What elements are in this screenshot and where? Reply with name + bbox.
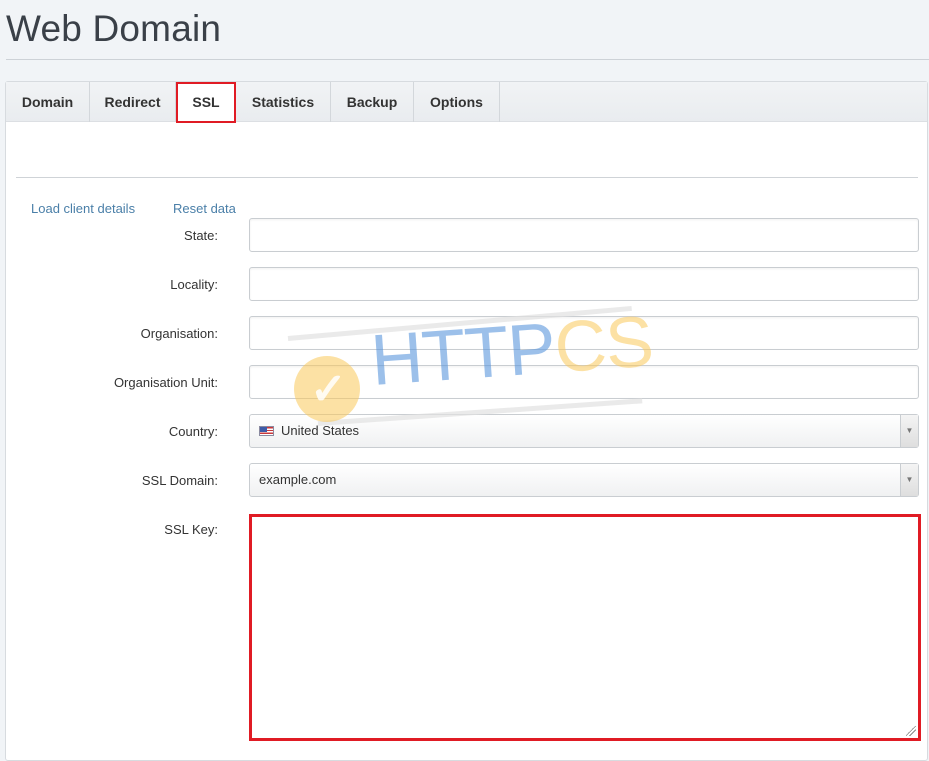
chevron-down-icon[interactable]: ▼ [900, 415, 918, 447]
ssl-domain-label: SSL Domain: [141, 473, 218, 488]
tab-bar: Domain Redirect SSL Statistics Backup Op… [6, 82, 927, 123]
country-label: Country: [168, 424, 218, 439]
country-select[interactable]: United States ▼ [249, 414, 919, 448]
country-value: United States [281, 423, 360, 438]
ssl-key-textarea[interactable] [249, 514, 921, 741]
tab-statistics[interactable]: Statistics [236, 82, 331, 122]
state-label: State: [184, 228, 218, 243]
tab-redirect[interactable]: Redirect [90, 82, 176, 122]
ssl-panel: Domain Redirect SSL Statistics Backup Op… [5, 81, 928, 761]
locality-label: Locality: [170, 277, 218, 292]
organisation-label: Organisation: [140, 326, 218, 341]
tab-options[interactable]: Options [414, 82, 500, 122]
resize-grip-icon[interactable] [906, 726, 916, 736]
ssl-domain-select[interactable]: example.com ▼ [249, 463, 919, 497]
load-client-details-link[interactable]: Load client details [31, 201, 135, 216]
reset-data-link[interactable]: Reset data [173, 201, 236, 216]
organisation-unit-label: Organisation Unit: [113, 375, 218, 390]
tab-ssl[interactable]: SSL [176, 82, 236, 123]
section-divider [16, 177, 918, 178]
locality-input[interactable] [249, 267, 919, 301]
ssl-key-label: SSL Key: [164, 522, 218, 537]
us-flag-icon [259, 426, 274, 436]
title-divider [6, 59, 929, 60]
chevron-down-icon[interactable]: ▼ [900, 464, 918, 496]
state-input[interactable] [249, 218, 919, 252]
tab-backup[interactable]: Backup [331, 82, 414, 122]
tab-domain[interactable]: Domain [6, 82, 90, 122]
page-title: Web Domain [6, 8, 222, 49]
ssl-domain-value: example.com [259, 472, 337, 487]
organisation-unit-input[interactable] [249, 365, 919, 399]
organisation-input[interactable] [249, 316, 919, 350]
